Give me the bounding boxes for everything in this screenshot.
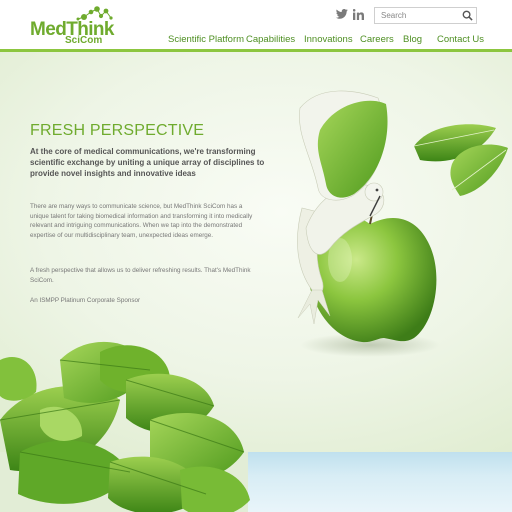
hero-paragraph-2: A fresh perspective that allows us to de… — [30, 267, 251, 284]
hero-title: FRESH PERSPECTIVE — [30, 122, 205, 139]
floating-leaves-image — [413, 124, 508, 196]
hero-paragraph-1: There are many ways to communicate scien… — [30, 203, 253, 239]
hero-illustration — [0, 90, 508, 512]
hero-lead-text: At the core of medical communications, w… — [30, 147, 265, 178]
sponsor-note: An ISMPP Platinum Corporate Sponsor — [30, 297, 141, 304]
foreground-leaves-image — [0, 341, 250, 512]
